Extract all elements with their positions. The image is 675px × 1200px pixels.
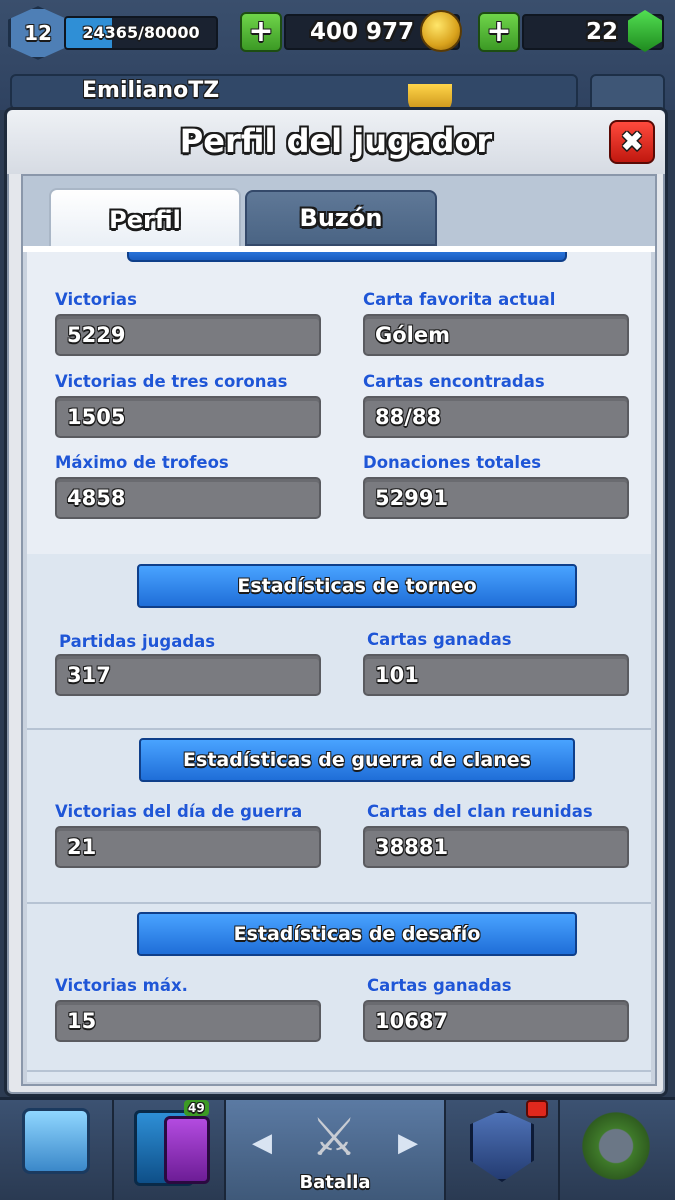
banner-title: Estadísticas de desafío (233, 923, 481, 945)
tab-bar: Perfil Buzón (23, 176, 655, 252)
stat-value: 5229 (67, 323, 126, 347)
cards-icon-back (164, 1116, 210, 1184)
stat-label: Cartas ganadas (367, 630, 512, 649)
stat-value: 1505 (67, 405, 126, 429)
stat-value: 10687 (375, 1009, 449, 1033)
notification-badge (526, 1100, 548, 1118)
nav-cards[interactable]: 49 (114, 1100, 226, 1200)
level-value: 12 (24, 21, 52, 45)
nav-battle[interactable]: ◀ ⚔ ▶ Batalla (226, 1100, 446, 1200)
nav-tournaments[interactable] (560, 1100, 675, 1200)
tab-profile-label: Perfil (109, 206, 181, 234)
banner-title: Estadísticas de guerra de clanes (183, 749, 531, 771)
gold-coin-icon (420, 10, 462, 52)
stat-label: Victorias del día de guerra (55, 802, 303, 821)
stat-value: 38881 (375, 835, 449, 859)
top-hud: 12 24365/80000 + 400 977 + 22 EmilianoTZ (0, 0, 675, 114)
stat-value-box: 38881 (363, 826, 629, 868)
tab-profile[interactable]: Perfil (49, 188, 241, 250)
stat-value-box: Gólem (363, 314, 629, 356)
nav-shop[interactable] (0, 1100, 114, 1200)
stat-value: 4858 (67, 486, 126, 510)
stat-value: 21 (67, 835, 97, 859)
cards-badge: 49 (184, 1100, 209, 1116)
banner-title: Estadísticas de torneo (237, 575, 477, 597)
bottom-nav: 49 ◀ ⚔ ▶ Batalla (0, 1097, 675, 1200)
modal-body: Perfil Buzón Victorias 5229 Carta favori… (21, 174, 657, 1086)
general-stats-section: Victorias 5229 Carta favorita actual Gól… (27, 252, 651, 554)
challenge-stats-banner: Estadísticas de desafío (137, 912, 577, 956)
stat-value: 101 (375, 663, 419, 687)
tab-mailbox[interactable]: Buzón (245, 190, 437, 246)
stat-value-box: 21 (55, 826, 321, 868)
plus-icon: + (248, 14, 274, 49)
tournament-stats-section: Estadísticas de torneo Partidas jugadas … (27, 554, 651, 728)
stat-value-box: 101 (363, 654, 629, 696)
stat-value: 52991 (375, 486, 449, 510)
clan-shield-icon (470, 1110, 534, 1182)
clan-war-stats-section: Estadísticas de guerra de clanes Victori… (27, 730, 651, 902)
crossed-swords-icon: ⚔ (310, 1108, 358, 1168)
xp-value: 24365/80000 (82, 23, 200, 42)
stat-label: Victorias de tres coronas (55, 372, 288, 391)
profile-content[interactable]: Victorias 5229 Carta favorita actual Gól… (27, 252, 651, 1082)
stat-label: Cartas ganadas (367, 976, 512, 995)
tournament-stats-banner: Estadísticas de torneo (137, 564, 577, 608)
stat-value-box: 1505 (55, 396, 321, 438)
stat-value-box: 4858 (55, 477, 321, 519)
stat-label: Cartas encontradas (363, 372, 545, 391)
stat-value: 15 (67, 1009, 97, 1033)
stat-value-box: 15 (55, 1000, 321, 1042)
xp-bar: 24365/80000 (64, 16, 218, 50)
buy-gems-button[interactable]: + (478, 12, 520, 52)
gems-value: 22 (585, 19, 618, 45)
stat-label: Partidas jugadas (59, 632, 216, 651)
stat-value: 88/88 (375, 405, 442, 429)
arrow-right-icon: ▶ (398, 1128, 418, 1158)
gold-value: 400 977 (309, 19, 414, 45)
clan-war-stats-banner: Estadísticas de guerra de clanes (139, 738, 575, 782)
nav-clan[interactable] (446, 1100, 560, 1200)
stat-value: Gólem (375, 323, 450, 347)
chest-icon (22, 1108, 90, 1174)
plus-icon: + (486, 14, 512, 49)
tab-mailbox-label: Buzón (299, 204, 383, 232)
section-divider (27, 1070, 651, 1072)
banner-ribbon (127, 252, 567, 262)
stat-label: Donaciones totales (363, 453, 542, 472)
nav-battle-label: Batalla (299, 1172, 371, 1193)
modal-title: Perfil del jugador (179, 122, 493, 160)
tournament-icon (578, 1106, 654, 1186)
arrow-left-icon: ◀ (252, 1128, 272, 1158)
challenge-stats-section: Estadísticas de desafío Victorias máx. 1… (27, 904, 651, 1082)
close-icon: ✖ (620, 125, 644, 158)
level-badge: 12 (8, 6, 68, 60)
modal-header: Perfil del jugador ✖ (7, 110, 665, 174)
close-button[interactable]: ✖ (609, 120, 655, 164)
buy-gold-button[interactable]: + (240, 12, 282, 52)
stat-value-box: 10687 (363, 1000, 629, 1042)
stat-label: Carta favorita actual (363, 290, 556, 309)
stat-value-box: 5229 (55, 314, 321, 356)
stat-value-box: 88/88 (363, 396, 629, 438)
stat-label: Victorias máx. (55, 976, 188, 995)
player-name: EmilianoTZ (82, 78, 220, 103)
stat-value-box: 317 (55, 654, 321, 696)
stat-label: Máximo de trofeos (55, 453, 229, 472)
stat-label: Cartas del clan reunidas (367, 802, 593, 821)
stat-value: 317 (67, 663, 111, 687)
player-profile-modal: Perfil del jugador ✖ Perfil Buzón Victor… (4, 107, 668, 1097)
stat-value-box: 52991 (363, 477, 629, 519)
stat-label: Victorias (55, 290, 137, 309)
